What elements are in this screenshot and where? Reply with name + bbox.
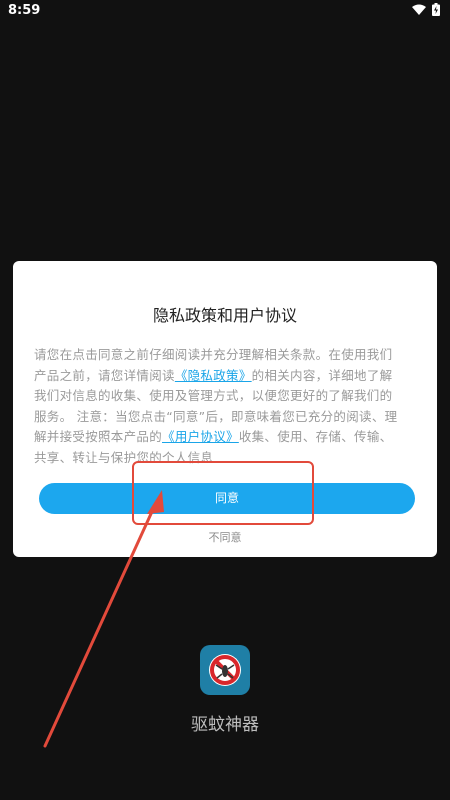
annotation-highlight-box [132, 461, 314, 525]
body-line: 服务。 注意：当您点击“同意”后，即意味着您已充分的阅读、理 [34, 408, 398, 424]
battery-icon [432, 3, 440, 16]
dialog-title: 隐私政策和用户协议 [152, 306, 297, 325]
body-line: 产品之前，请您详情阅读《隐私政策》的相关内容，详细地了解 [34, 367, 393, 383]
app-name: 驱蚊神器 [191, 715, 259, 735]
status-time: 8:59 [8, 3, 41, 18]
body-line: 请您在点击同意之前仔细阅读并充分理解相关条款。在使用我们 [34, 347, 393, 362]
dialog-body: 请您在点击同意之前仔细阅读并充分理解相关条款。在使用我们 产品之前，请您详情阅读… [34, 345, 414, 468]
disagree-button[interactable]: 不同意 [13, 529, 437, 545]
status-bar: 8:59 [0, 0, 450, 22]
body-line: 我们对信息的收集、使用及管理方式，以便您更好的了解我们的 [34, 388, 393, 403]
status-icons [412, 3, 440, 16]
mosquito-ban-icon [200, 645, 250, 695]
wifi-icon [412, 4, 426, 16]
body-line: 解并接受按照本产品的《用户协议》收集、使用、存储、传输、 [34, 429, 393, 444]
privacy-policy-link[interactable]: 《隐私政策》 [175, 368, 252, 383]
user-agreement-link[interactable]: 《用户协议》 [162, 429, 239, 444]
